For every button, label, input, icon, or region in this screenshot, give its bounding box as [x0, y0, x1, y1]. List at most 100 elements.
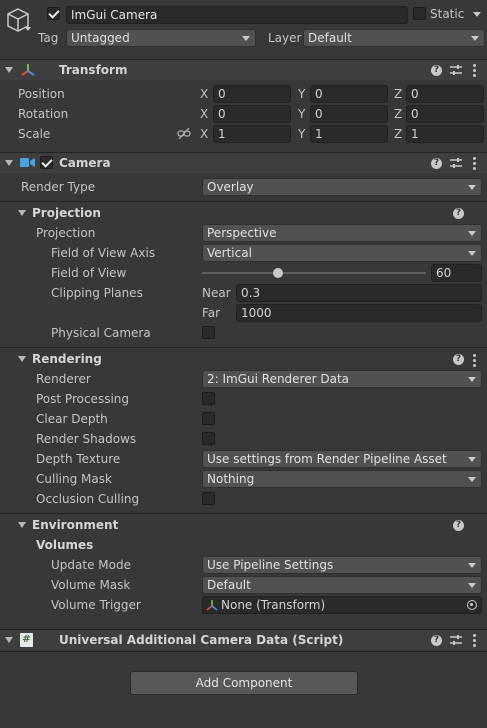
projection-foldout-icon[interactable]: [18, 210, 26, 216]
camera-title: Camera: [59, 156, 111, 170]
help-icon[interactable]: ?: [453, 520, 464, 531]
help-icon[interactable]: ?: [453, 354, 464, 365]
chevron-down-icon: [468, 457, 476, 462]
script-foldout-icon[interactable]: [5, 637, 13, 643]
transform-title: Transform: [59, 63, 128, 77]
divider: [0, 651, 487, 652]
volume-mask-dropdown[interactable]: Default: [202, 576, 482, 594]
name-field[interactable]: ImGui Camera: [66, 6, 408, 24]
occlusion-culling-checkbox[interactable]: [202, 492, 215, 505]
kebab-menu-icon[interactable]: [473, 64, 476, 79]
post-processing-checkbox[interactable]: [202, 392, 215, 405]
rendering-foldout-icon[interactable]: [18, 356, 26, 362]
add-component-button[interactable]: Add Component: [130, 671, 358, 695]
scale-x-label: X: [200, 127, 209, 141]
kebab-menu-icon[interactable]: [473, 354, 476, 369]
scale-label: Scale: [18, 127, 51, 141]
render-type-value: Overlay: [207, 180, 254, 194]
scale-y-field[interactable]: 1: [310, 125, 388, 143]
fov-slider-thumb[interactable]: [273, 268, 284, 278]
chevron-down-icon: [468, 563, 476, 568]
chevron-down-icon: [471, 36, 479, 41]
renderer-dropdown[interactable]: 2: ImGui Renderer Data: [202, 370, 482, 388]
tag-dropdown[interactable]: Untagged: [66, 29, 256, 47]
rotation-y-field[interactable]: 0: [310, 105, 388, 123]
preset-icon[interactable]: [450, 64, 462, 76]
help-icon[interactable]: ?: [453, 208, 464, 219]
physical-camera-checkbox[interactable]: [202, 326, 215, 339]
rotation-x-label: X: [200, 107, 209, 121]
layer-value: Default: [308, 31, 352, 45]
position-label: Position: [18, 87, 65, 101]
script-title: Universal Additional Camera Data (Script…: [59, 633, 344, 647]
fov-slider-track[interactable]: [202, 272, 426, 274]
culling-mask-label: Culling Mask: [36, 472, 112, 486]
culling-mask-dropdown[interactable]: Nothing: [202, 470, 482, 488]
renderer-value: 2: ImGui Renderer Data: [207, 372, 350, 386]
layer-dropdown[interactable]: Default: [303, 29, 485, 47]
projection-label: Projection: [36, 226, 96, 240]
help-icon[interactable]: ?: [431, 65, 442, 76]
position-y-field[interactable]: 0: [310, 85, 388, 103]
depth-texture-dropdown[interactable]: Use settings from Render Pipeline Asset: [202, 450, 482, 468]
fov-axis-label: Field of View Axis: [51, 246, 156, 260]
link-icon[interactable]: [177, 127, 191, 140]
update-mode-value: Use Pipeline Settings: [207, 558, 334, 572]
help-icon[interactable]: ?: [431, 158, 442, 169]
transform-foldout-icon[interactable]: [5, 67, 13, 73]
position-x-field[interactable]: 0: [213, 85, 291, 103]
clear-depth-checkbox[interactable]: [202, 412, 215, 425]
far-field[interactable]: 1000: [236, 304, 482, 322]
environment-title: Environment: [32, 518, 119, 532]
volume-trigger-value: None (Transform): [221, 598, 326, 612]
chevron-down-icon: [468, 251, 476, 256]
kebab-menu-icon[interactable]: [473, 157, 476, 172]
physical-camera-label: Physical Camera: [51, 326, 151, 340]
icon-dropdown-arrow[interactable]: [25, 27, 31, 31]
depth-texture-label: Depth Texture: [36, 452, 121, 466]
far-label: Far: [202, 306, 221, 320]
volume-trigger-field[interactable]: None (Transform): [202, 596, 482, 614]
clipping-planes-label: Clipping Planes: [51, 286, 143, 300]
rotation-label: Rotation: [18, 107, 69, 121]
layer-label: Layer: [268, 31, 302, 45]
scale-z-label: Z: [394, 127, 403, 141]
preset-icon[interactable]: [450, 634, 462, 646]
object-picker-icon[interactable]: [467, 600, 477, 610]
render-shadows-label: Render Shadows: [36, 432, 137, 446]
kebab-menu-icon[interactable]: [473, 634, 476, 649]
render-shadows-checkbox[interactable]: [202, 432, 215, 445]
render-type-dropdown[interactable]: Overlay: [202, 178, 482, 196]
position-z-field[interactable]: 0: [406, 85, 484, 103]
divider: [0, 347, 487, 348]
near-field[interactable]: 0.3: [236, 284, 482, 302]
renderer-label: Renderer: [36, 372, 91, 386]
static-checkbox[interactable]: [413, 7, 426, 20]
static-dropdown[interactable]: [469, 6, 485, 24]
rotation-z-field[interactable]: 0: [406, 105, 484, 123]
render-type-label: Render Type: [21, 180, 96, 194]
projection-dropdown[interactable]: Perspective: [202, 224, 482, 242]
rotation-y-label: Y: [298, 107, 306, 121]
culling-mask-value: Nothing: [207, 472, 255, 486]
help-icon[interactable]: ?: [431, 635, 442, 646]
chevron-down-icon: [468, 185, 476, 190]
camera-foldout-icon[interactable]: [5, 160, 13, 166]
chevron-down-icon: [468, 477, 476, 482]
rendering-title: Rendering: [32, 352, 102, 366]
rotation-x-field[interactable]: 0: [213, 105, 291, 123]
scale-x-field[interactable]: 1: [213, 125, 291, 143]
volume-mask-label: Volume Mask: [51, 578, 131, 592]
projection-value: Perspective: [207, 226, 277, 240]
active-toggle[interactable]: [47, 7, 60, 20]
divider: [0, 201, 487, 202]
fov-field[interactable]: 60: [431, 264, 482, 282]
volume-trigger-label: Volume Trigger: [51, 598, 141, 612]
environment-foldout-icon[interactable]: [18, 522, 26, 528]
update-mode-dropdown[interactable]: Use Pipeline Settings: [202, 556, 482, 574]
preset-icon[interactable]: [450, 157, 462, 169]
script-icon: #: [20, 633, 33, 647]
fov-axis-dropdown[interactable]: Vertical: [202, 244, 482, 262]
camera-enabled-checkbox[interactable]: [40, 156, 53, 169]
scale-z-field[interactable]: 1: [406, 125, 484, 143]
